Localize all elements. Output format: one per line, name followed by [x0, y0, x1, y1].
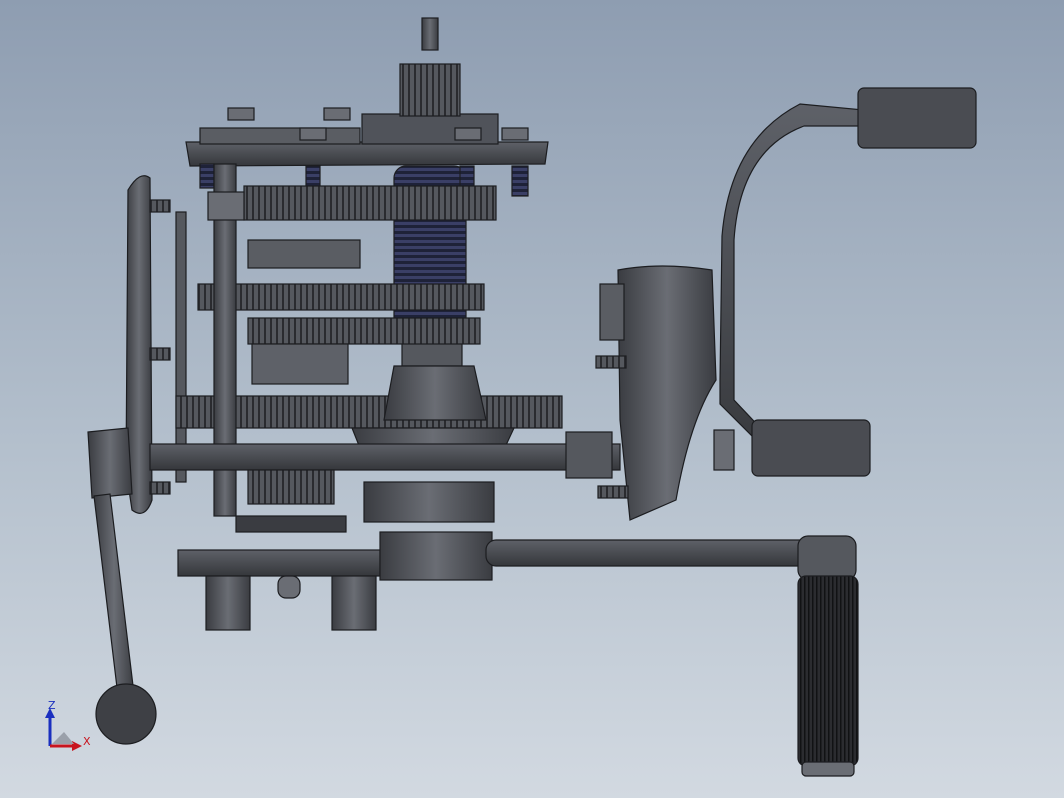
small-spring [199, 163, 215, 189]
lower-spring [247, 469, 335, 505]
shaft-collar [207, 191, 245, 221]
middle-gear-2[interactable] [247, 317, 481, 345]
pedal-grip[interactable] [797, 575, 859, 767]
z-axis-label: Z [48, 699, 56, 712]
base-foot [331, 575, 377, 631]
base-plate[interactable] [177, 549, 381, 577]
housing-nut [713, 429, 735, 471]
pedal-arm-bracket [379, 531, 493, 581]
x-axis-label: X [83, 735, 91, 748]
top-shaft-tip [421, 17, 439, 51]
left-flange-plate [175, 211, 187, 483]
top-plate-ridge [199, 127, 361, 145]
pedal-arm[interactable] [485, 539, 823, 567]
shift-bracket[interactable] [719, 103, 865, 475]
base-pin [277, 575, 301, 599]
top-bolt [299, 127, 327, 141]
pedal-arm-end [797, 535, 857, 581]
base-foot [205, 575, 251, 631]
upper-gear[interactable] [243, 185, 497, 221]
left-lever-arm[interactable] [93, 493, 135, 697]
x-axis-arrow [72, 741, 82, 751]
top-cover-plate[interactable] [185, 141, 549, 167]
left-lever-knob[interactable] [95, 683, 157, 745]
small-spring [511, 165, 529, 197]
shaft-end-boss [565, 431, 613, 479]
y-axis-shade [52, 732, 74, 744]
top-bolt [323, 107, 351, 121]
left-lever-hub [87, 427, 133, 499]
idler-gear [247, 239, 361, 269]
top-spline [399, 63, 461, 117]
top-bolt [501, 127, 529, 141]
housing-spring [597, 485, 629, 499]
left-cover-bolt [149, 481, 171, 495]
lower-collar [235, 515, 347, 533]
right-housing[interactable] [617, 265, 717, 521]
clutch-body [363, 481, 495, 523]
pedal-grip-cap [801, 761, 855, 777]
housing-spring [595, 355, 627, 369]
model-parts [87, 17, 977, 777]
top-bolt [454, 127, 482, 141]
gearbox-assembly-model[interactable] [0, 0, 1064, 798]
middle-gear[interactable] [197, 283, 485, 311]
housing-plate [599, 283, 625, 341]
top-bolt [227, 107, 255, 121]
upper-pad[interactable] [857, 87, 977, 149]
left-cover-bolt [149, 347, 171, 361]
left-cover-bolt [149, 199, 171, 213]
lower-pad[interactable] [751, 419, 871, 477]
gear-hub [251, 343, 349, 385]
graphics-viewport[interactable]: Z X [0, 0, 1064, 798]
cone-hub [383, 365, 487, 421]
horizontal-main-shaft[interactable] [149, 443, 621, 471]
